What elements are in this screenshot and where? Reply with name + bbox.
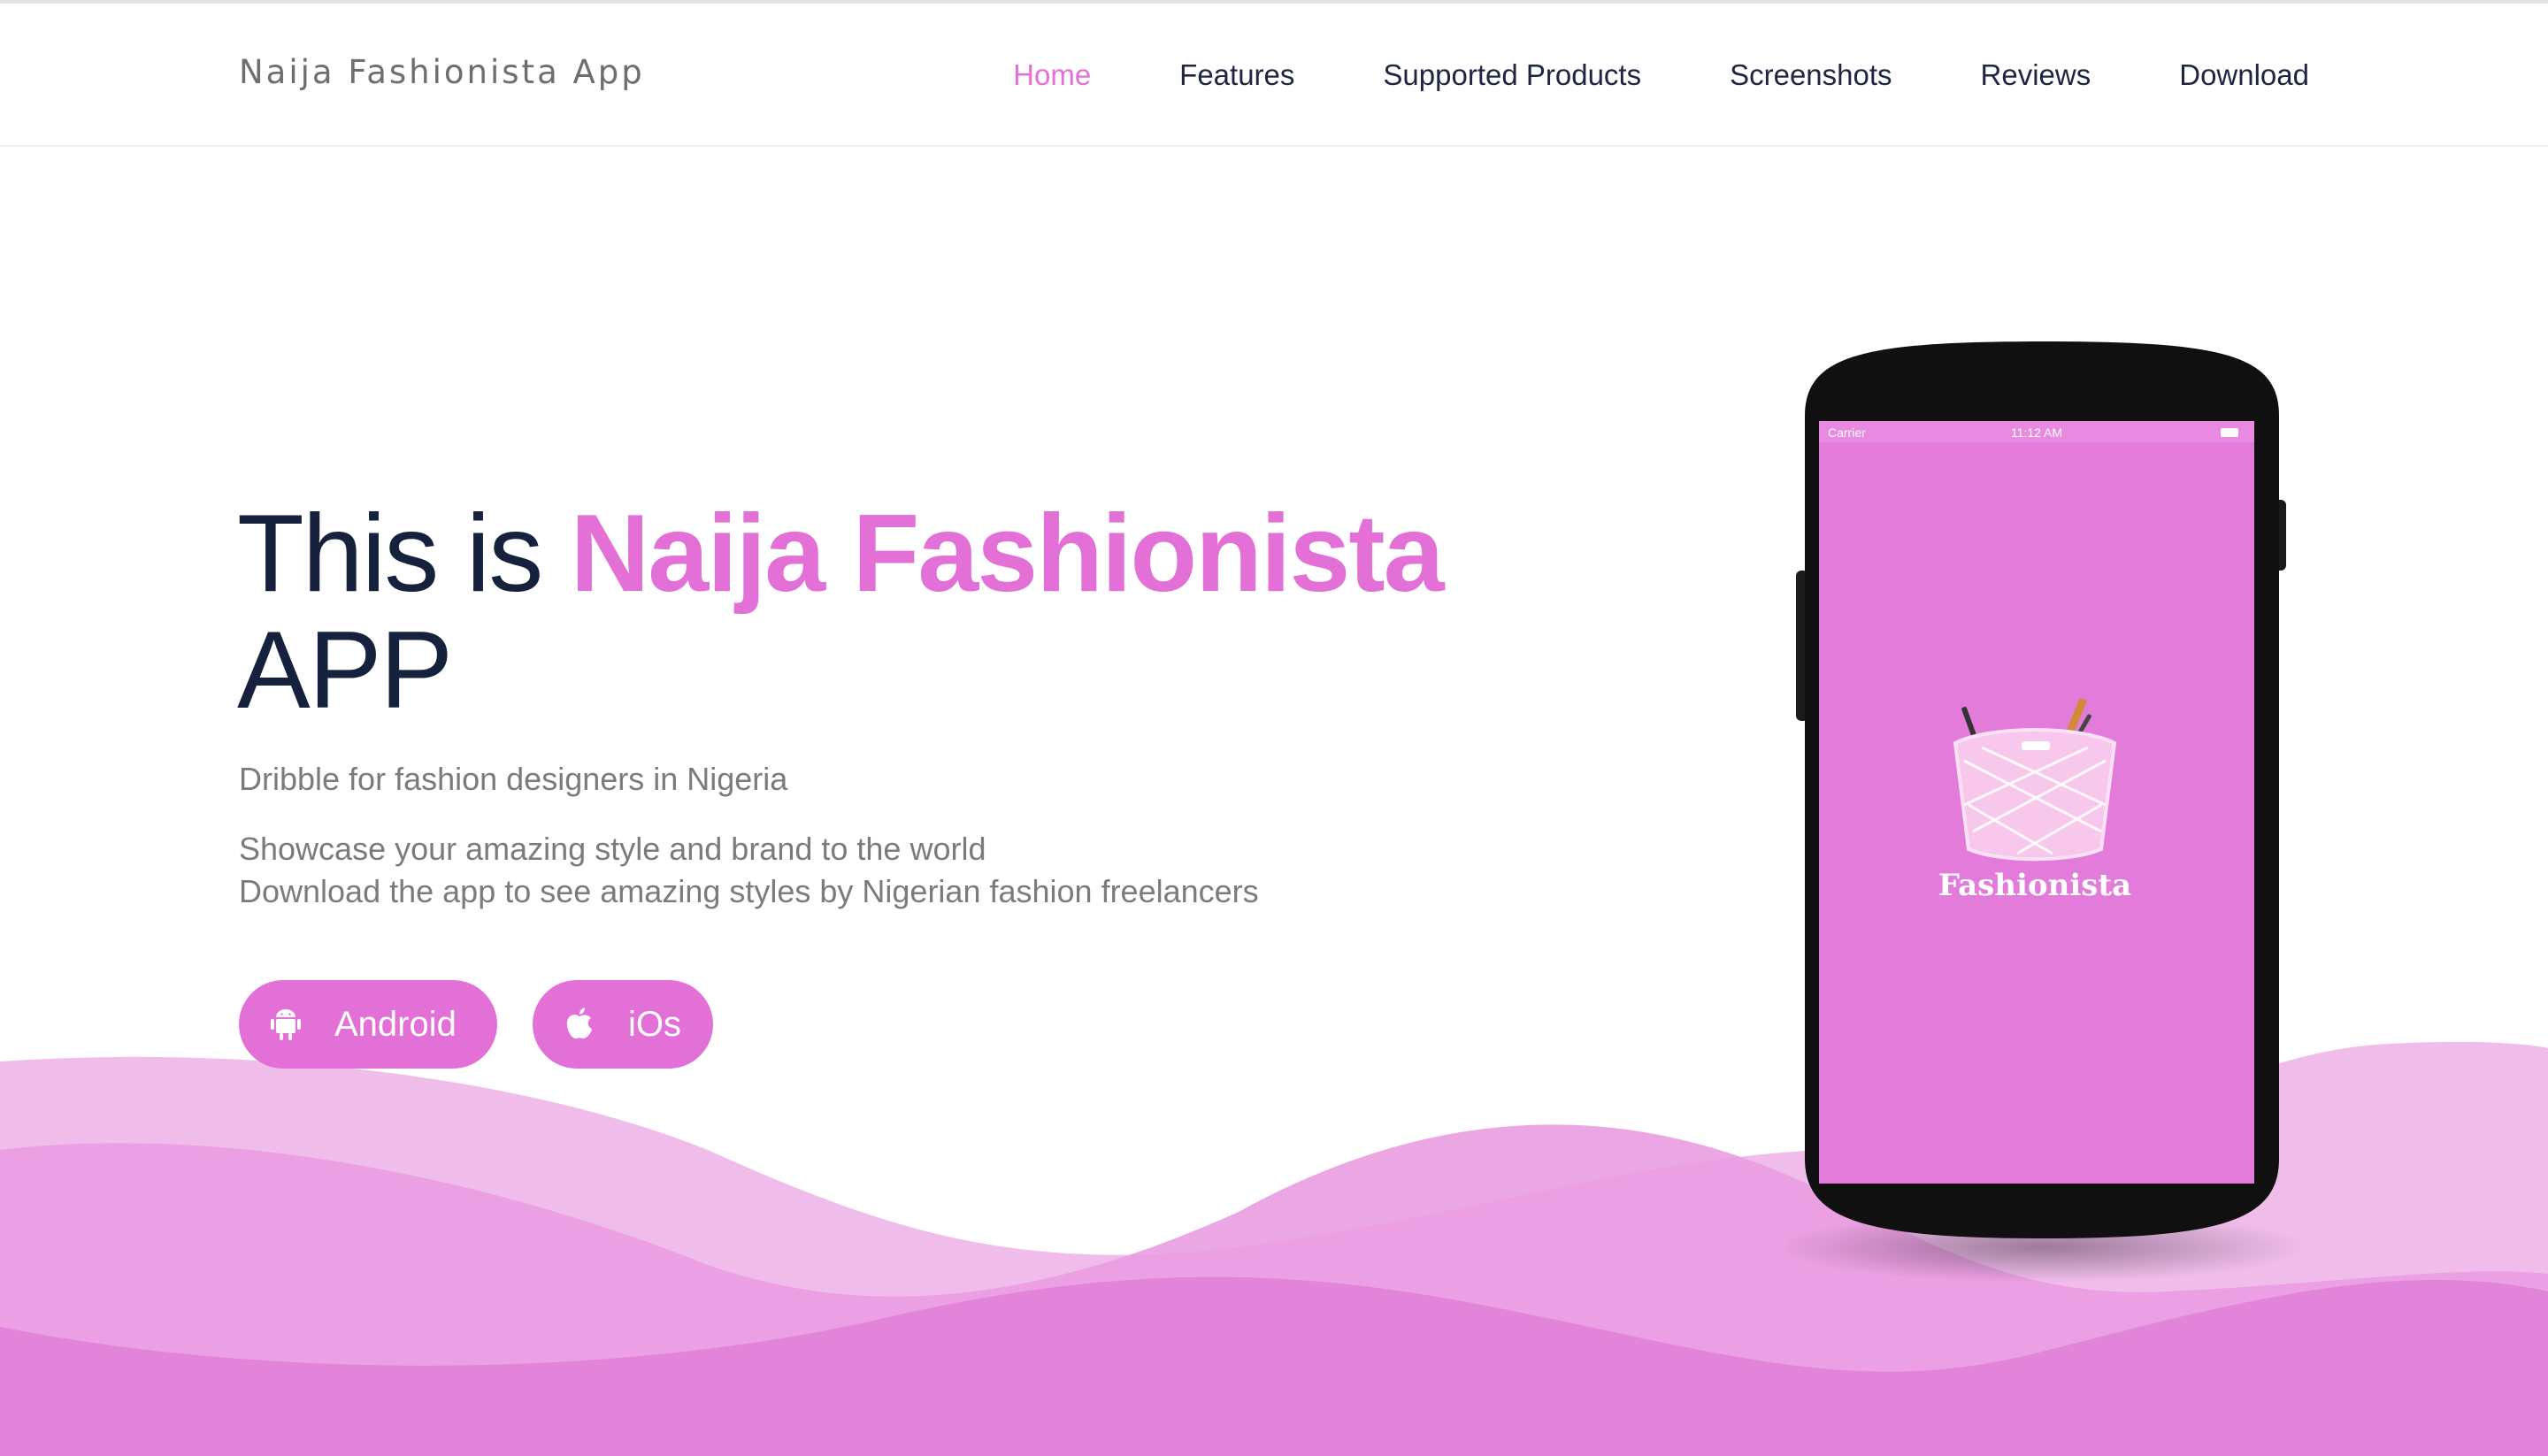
hero-title: This is Naija Fashionista APP bbox=[237, 493, 1445, 732]
nav-home[interactable]: Home bbox=[1013, 58, 1091, 92]
phone-app-name: Fashionista bbox=[1938, 868, 2131, 903]
hero-title-prefix: This is bbox=[237, 493, 543, 615]
nav-features[interactable]: Features bbox=[1179, 58, 1294, 92]
android-button-label: Android bbox=[334, 1004, 457, 1044]
apple-icon bbox=[566, 1008, 592, 1039]
hero-description-line1: Showcase your amazing style and brand to… bbox=[239, 831, 986, 867]
phone-battery-icon bbox=[2221, 428, 2238, 437]
android-download-button[interactable]: Android bbox=[239, 980, 497, 1069]
ios-button-label: iOs bbox=[628, 1004, 681, 1044]
hero-description: Showcase your amazing style and brand to… bbox=[239, 828, 1259, 913]
nav-download[interactable]: Download bbox=[2179, 58, 2309, 92]
nav-supported-products[interactable]: Supported Products bbox=[1383, 58, 1641, 92]
hero-tagline: Dribble for fashion designers in Nigeria bbox=[239, 761, 788, 797]
main-nav: Home Features Supported Products Screens… bbox=[925, 58, 2309, 92]
hero-title-suffix: APP bbox=[237, 609, 453, 732]
hero-title-accent: Naija Fashionista bbox=[570, 493, 1445, 615]
navbar: Naija Fashionista App Home Features Supp… bbox=[0, 4, 2548, 147]
phone-status-carrier: Carrier bbox=[1828, 425, 1866, 440]
ios-download-button[interactable]: iOs bbox=[533, 980, 713, 1069]
phone-mockup: Carrier 11:12 AM Fashionista bbox=[1787, 341, 2309, 1283]
phone-status-time: 11:12 AM bbox=[2011, 425, 2062, 440]
nav-reviews[interactable]: Reviews bbox=[1981, 58, 2091, 92]
android-icon bbox=[271, 1009, 301, 1040]
nav-screenshots[interactable]: Screenshots bbox=[1730, 58, 1892, 92]
landing-page: Naija Fashionista App Home Features Supp… bbox=[0, 0, 2548, 1456]
brand-logo-text[interactable]: Naija Fashionista App bbox=[239, 53, 645, 91]
hero-description-line2: Download the app to see amazing styles b… bbox=[239, 873, 1259, 909]
